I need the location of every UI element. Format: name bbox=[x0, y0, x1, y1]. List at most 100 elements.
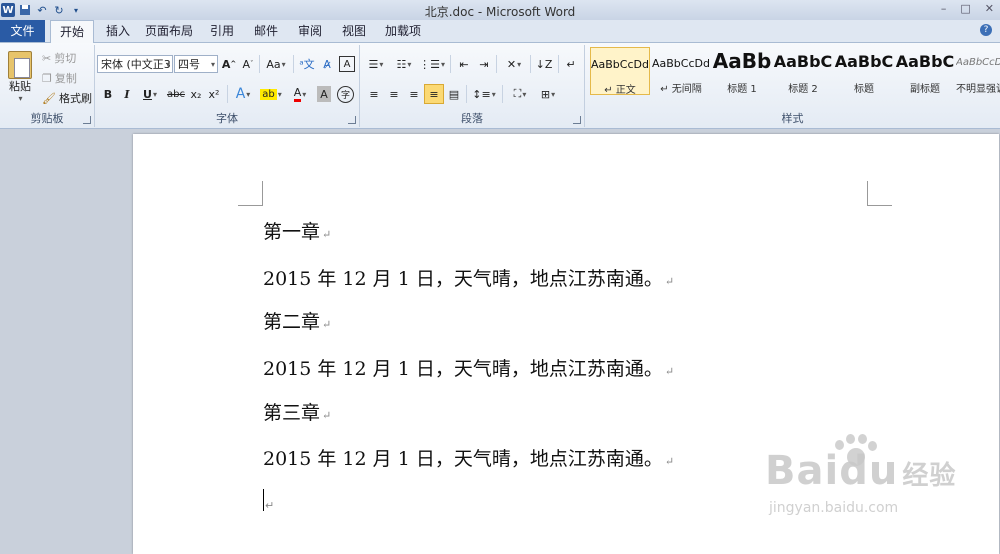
paste-button[interactable]: 粘贴 bbox=[4, 79, 36, 93]
tab-home[interactable]: 开始 bbox=[50, 20, 94, 43]
character-border-icon[interactable]: A bbox=[339, 56, 355, 72]
strikethrough-button[interactable]: abc bbox=[167, 86, 185, 102]
text-cursor bbox=[263, 489, 264, 511]
font-group: 宋体 (中文正3 ▾ 四号 ▾ A ^ Aˇ Aa ▾ ᵃ文 A̷ A B I U ▾ a… bbox=[95, 45, 360, 127]
maximize-icon[interactable]: □ bbox=[960, 2, 970, 15]
paragraph-mark: ↵ bbox=[322, 318, 332, 331]
cut-button[interactable]: ✂ 剪切 bbox=[42, 50, 76, 66]
copy-button[interactable]: ❐ 复制 bbox=[42, 70, 77, 86]
text-effects-icon[interactable]: A ▾ bbox=[233, 86, 253, 102]
chevron-down-icon: ▾ bbox=[165, 60, 170, 69]
style-subtitle[interactable]: AaBbC 副标题 bbox=[895, 47, 955, 95]
watermark-brand: Baidu 经验 bbox=[765, 448, 957, 494]
tab-view[interactable]: 视图 bbox=[337, 20, 371, 42]
paragraph-launcher-icon[interactable] bbox=[573, 116, 581, 124]
format-painter-button[interactable]: 🖌 格式刷 bbox=[42, 90, 92, 106]
clear-formatting-icon[interactable]: A̷ bbox=[319, 56, 335, 72]
tab-insert[interactable]: 插入 bbox=[101, 20, 135, 42]
borders-icon[interactable]: ⊞ ▾ bbox=[536, 86, 560, 102]
paragraph[interactable]: 2015 年 12 月 1 日，天气晴，地点江苏南通。 ↵ bbox=[263, 354, 674, 381]
ribbon-tabs: 文件 开始 插入 页面布局 引用 邮件 审阅 视图 加载项 ? bbox=[0, 20, 1000, 43]
bold-button[interactable]: B bbox=[101, 86, 115, 102]
highlight-color-icon[interactable]: ab ▾ bbox=[259, 86, 283, 102]
change-case-button[interactable]: Aa ▾ bbox=[265, 56, 287, 72]
paragraph-mark: ↵ bbox=[322, 228, 332, 241]
styles-gallery: AaBbCcDd ↵ 正文 AaBbCcDd ↵ 无间隔 AaBb 标题 1 A… bbox=[588, 47, 1000, 99]
paragraph[interactable]: 2015 年 12 月 1 日，天气晴，地点江苏南通。 ↵ bbox=[263, 264, 674, 291]
chapter-heading[interactable]: 第一章 ↵ bbox=[263, 217, 331, 244]
style-normal[interactable]: AaBbCcDd ↵ 正文 bbox=[590, 47, 650, 96]
bullets-icon[interactable]: ☰ ▾ bbox=[364, 56, 388, 72]
chapter-heading[interactable]: 第三章 ↵ bbox=[263, 398, 331, 425]
paragraph-group-label: 段落 bbox=[461, 112, 483, 125]
paste-dropdown-icon[interactable]: ▾ bbox=[14, 93, 26, 103]
decrease-indent-icon[interactable]: ⇤ bbox=[456, 56, 472, 72]
paragraph-group: ☰ ▾ ☷ ▾ ⋮☰ ▾ ⇤ ⇥ ✕ ▾ ↓Z ↵ ≡ ≡ ≡ ≡ ▤ ↕≡ ▾ ⛶ ▾ ⊞… bbox=[360, 45, 585, 127]
superscript-button[interactable]: x² bbox=[207, 86, 221, 102]
copy-icon: ❐ bbox=[42, 71, 52, 85]
scissors-icon: ✂ bbox=[42, 51, 52, 65]
align-center-icon[interactable]: ≡ bbox=[386, 86, 402, 102]
paste-icon[interactable] bbox=[8, 51, 32, 79]
tab-references[interactable]: 引用 bbox=[205, 20, 239, 42]
style-heading-1[interactable]: AaBb 标题 1 bbox=[712, 47, 772, 95]
style-no-spacing[interactable]: AaBbCcDd ↵ 无间隔 bbox=[651, 47, 711, 95]
tab-file[interactable]: 文件 bbox=[0, 20, 45, 42]
paragraph-mark: ↵ bbox=[322, 409, 332, 422]
style-title[interactable]: AaBbC 标题 bbox=[834, 47, 894, 95]
character-shading-icon[interactable]: A bbox=[317, 86, 331, 102]
grow-font-icon[interactable]: A ^ bbox=[222, 56, 236, 72]
multilevel-list-icon[interactable]: ⋮☰ ▾ bbox=[419, 56, 445, 72]
window-controls: – □ ✕ bbox=[941, 2, 994, 15]
paragraph-mark: ↵ bbox=[664, 275, 675, 288]
window-title: 北京.doc - Microsoft Word bbox=[424, 5, 576, 19]
font-launcher-icon[interactable] bbox=[348, 116, 356, 124]
tab-addins[interactable]: 加载项 bbox=[380, 20, 426, 42]
paragraph-mark: ↵ bbox=[265, 499, 275, 512]
italic-button[interactable]: I bbox=[120, 86, 134, 102]
distributed-icon[interactable]: ▤ bbox=[446, 86, 462, 102]
subscript-button[interactable]: x₂ bbox=[189, 86, 203, 102]
brush-icon: 🖌 bbox=[42, 91, 56, 105]
line-spacing-icon[interactable]: ↕≡ ▾ bbox=[472, 86, 496, 102]
tab-page-layout[interactable]: 页面布局 bbox=[143, 20, 195, 42]
shading-icon[interactable]: ⛶ ▾ bbox=[508, 86, 532, 102]
font-name-select[interactable]: 宋体 (中文正3 ▾ bbox=[97, 55, 173, 73]
align-right-icon[interactable]: ≡ bbox=[406, 86, 422, 102]
shrink-font-icon[interactable]: Aˇ bbox=[241, 56, 255, 72]
tab-mailings[interactable]: 邮件 bbox=[249, 20, 283, 42]
minimize-icon[interactable]: – bbox=[941, 2, 947, 15]
clipboard-launcher-icon[interactable] bbox=[83, 116, 91, 124]
margin-corner-top-left bbox=[238, 181, 263, 206]
enclose-characters-icon[interactable]: 字 bbox=[337, 86, 354, 103]
title-bar: W ↶ ↻ ▾ 北京.doc - Microsoft Word – □ ✕ bbox=[0, 0, 1000, 20]
clipboard-group-label: 剪贴板 bbox=[30, 112, 64, 125]
paragraph-mark: ↵ bbox=[664, 365, 675, 378]
close-icon[interactable]: ✕ bbox=[985, 2, 994, 15]
clipboard-group: 粘贴 ▾ ✂ 剪切 ❐ 复制 🖌 格式刷 剪贴板 bbox=[0, 45, 95, 127]
paragraph-mark: ↵ bbox=[664, 455, 675, 468]
font-size-select[interactable]: 四号 ▾ bbox=[174, 55, 218, 73]
sort-icon[interactable]: ↓Z bbox=[536, 56, 553, 72]
styles-group-label: 样式 bbox=[781, 112, 804, 125]
ribbon: 粘贴 ▾ ✂ 剪切 ❐ 复制 🖌 格式刷 剪贴板 宋体 (中文正3 ▾ 四号 ▾ A ^ A… bbox=[0, 43, 1000, 129]
numbering-icon[interactable]: ☷ ▾ bbox=[392, 56, 416, 72]
baidu-watermark: Baidu 经验 jingyan.baidu.com bbox=[765, 434, 995, 534]
paragraph[interactable]: 2015 年 12 月 1 日，天气晴，地点江苏南通。 ↵ bbox=[263, 444, 674, 471]
align-left-icon[interactable]: ≡ bbox=[366, 86, 382, 102]
justify-icon[interactable]: ≡ bbox=[424, 84, 444, 104]
chapter-heading[interactable]: 第二章 ↵ bbox=[263, 307, 331, 334]
style-subtle-emphasis[interactable]: AaBbCcDd 不明显强调 bbox=[956, 47, 1000, 95]
chevron-down-icon: ▾ bbox=[210, 60, 215, 69]
underline-button[interactable]: U ▾ bbox=[139, 86, 161, 102]
chinese-layout-icon[interactable]: ✕ ▾ bbox=[502, 56, 526, 72]
style-heading-2[interactable]: AaBbC 标题 2 bbox=[773, 47, 833, 95]
watermark-url: jingyan.baidu.com bbox=[769, 500, 899, 516]
phonetic-guide-icon[interactable]: ᵃ文 bbox=[299, 56, 315, 72]
increase-indent-icon[interactable]: ⇥ bbox=[476, 56, 492, 72]
help-icon[interactable]: ? bbox=[980, 24, 992, 36]
margin-corner-top-right bbox=[867, 181, 892, 206]
font-color-icon[interactable]: A ▾ bbox=[289, 86, 311, 102]
tab-review[interactable]: 审阅 bbox=[293, 20, 327, 42]
show-marks-icon[interactable]: ↵ bbox=[564, 56, 578, 72]
